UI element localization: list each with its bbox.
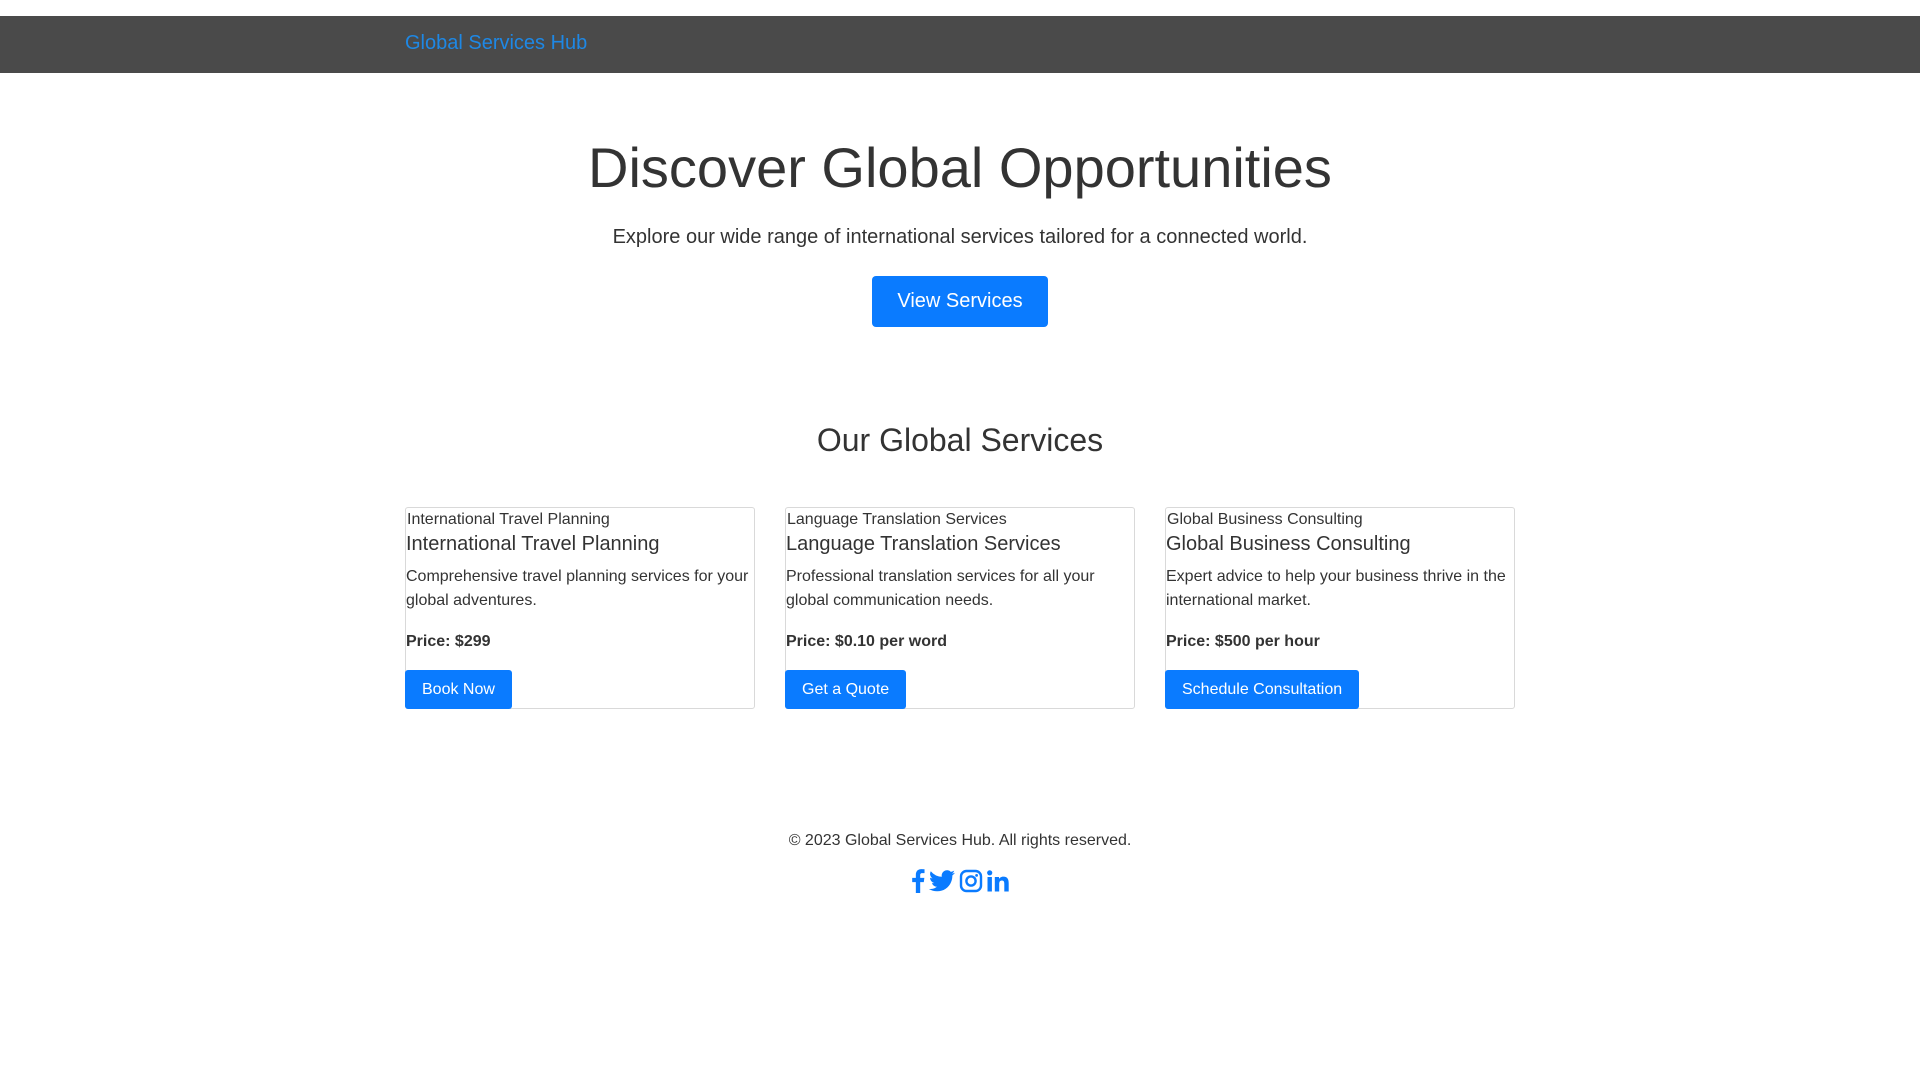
hero-subtitle: Explore our wide range of international … xyxy=(612,226,1308,248)
service-card-translation: Language Translation Services Language T… xyxy=(785,507,1135,709)
service-card-title: Language Translation Services xyxy=(786,533,1061,555)
brand-link[interactable]: Global Services Hub xyxy=(405,32,587,55)
linkedin-icon[interactable] xyxy=(987,868,1009,894)
service-card-price: Price: $299 xyxy=(406,633,491,650)
twitter-icon[interactable] xyxy=(929,868,955,894)
facebook-icon[interactable] xyxy=(911,868,925,894)
schedule-consultation-button[interactable]: Schedule Consultation xyxy=(1165,670,1360,709)
service-card-price: Price: $500 per hour xyxy=(1166,633,1320,650)
service-card-price: Price: $0.10 per word xyxy=(786,633,947,650)
service-card-title: International Travel Planning xyxy=(406,533,660,555)
get-quote-button[interactable]: Get a Quote xyxy=(785,670,907,709)
book-now-button[interactable]: Book Now xyxy=(405,670,512,709)
service-card-description: Expert advice to help your business thri… xyxy=(1166,568,1506,609)
service-image: Global Business Consulting xyxy=(1166,510,1363,530)
view-services-button[interactable]: View Services xyxy=(872,276,1048,327)
service-card-travel: International Travel Planning Internatio… xyxy=(405,507,755,709)
image-alt-text: International Travel Planning xyxy=(407,511,610,528)
navbar: Global Services Hub xyxy=(0,16,1920,73)
service-card-consulting: Global Business Consulting Global Busine… xyxy=(1165,507,1515,709)
service-card-description: Comprehensive travel planning services f… xyxy=(406,568,749,609)
footer-copyright: © 2023 Global Services Hub. All rights r… xyxy=(788,832,1132,849)
instagram-icon[interactable] xyxy=(959,868,983,894)
service-image: Language Translation Services xyxy=(786,510,1007,530)
social-links xyxy=(0,868,1920,894)
hero-title: Discover Global Opportunities xyxy=(588,136,1332,199)
service-card-title: Global Business Consulting xyxy=(1166,533,1411,555)
service-image: International Travel Planning xyxy=(406,510,610,530)
image-alt-text: Language Translation Services xyxy=(787,511,1007,528)
image-alt-text: Global Business Consulting xyxy=(1167,511,1363,528)
services-section-title: Our Global Services xyxy=(816,422,1104,458)
service-card-description: Professional translation services for al… xyxy=(786,568,1095,609)
